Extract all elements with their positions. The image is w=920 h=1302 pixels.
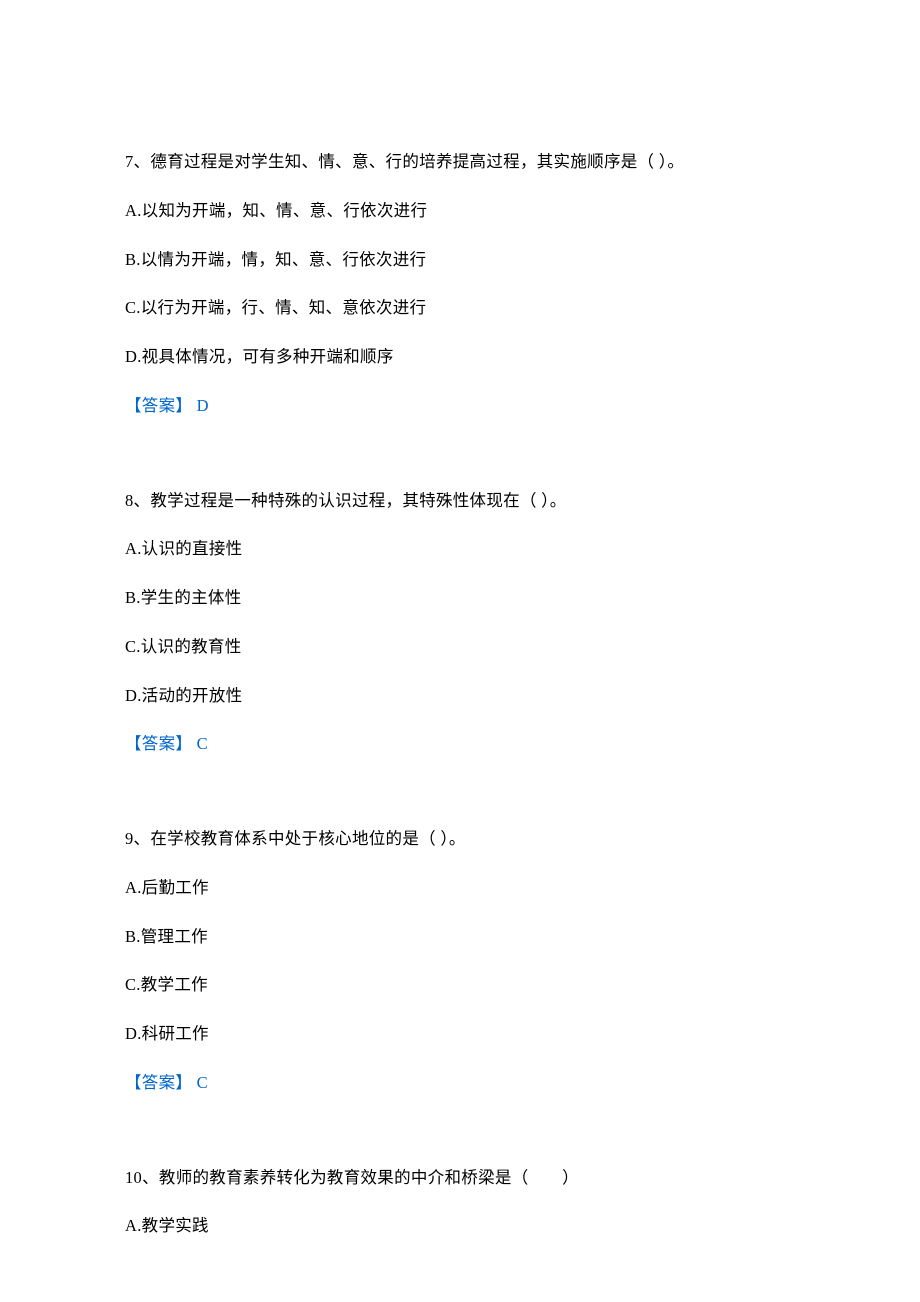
option-c: C.以行为开端，行、情、知、意依次进行 [125, 296, 795, 321]
question-7: 7、德育过程是对学生知、情、意、行的培养提高过程，其实施顺序是（ ）。 A.以知… [125, 150, 795, 419]
question-number: 7、 [125, 152, 150, 171]
question-8: 8、教学过程是一种特殊的认识过程，其特殊性体现在（ ）。 A.认识的直接性 B.… [125, 489, 795, 758]
question-number: 10、 [125, 1168, 159, 1187]
option-a: A.以知为开端，知、情、意、行依次进行 [125, 199, 795, 224]
question-text-content: 在学校教育体系中处于核心地位的是（ ）。 [150, 829, 465, 848]
option-c: C.教学工作 [125, 973, 795, 998]
option-b: B.学生的主体性 [125, 586, 795, 611]
option-a: A.认识的直接性 [125, 537, 795, 562]
question-stem: 9、在学校教育体系中处于核心地位的是（ ）。 [125, 827, 795, 852]
question-stem: 10、教师的教育素养转化为教育效果的中介和桥梁是（ ） [125, 1166, 795, 1191]
question-text-content: 教学过程是一种特殊的认识过程，其特殊性体现在（ ）。 [150, 491, 566, 510]
option-b: B.以情为开端，情，知、意、行依次进行 [125, 248, 795, 273]
option-b: B.管理工作 [125, 925, 795, 950]
question-stem: 7、德育过程是对学生知、情、意、行的培养提高过程，其实施顺序是（ ）。 [125, 150, 795, 175]
option-d: D.视具体情况，可有多种开端和顺序 [125, 345, 795, 370]
question-text-content: 教师的教育素养转化为教育效果的中介和桥梁是（ ） [159, 1168, 579, 1187]
question-text-content: 德育过程是对学生知、情、意、行的培养提高过程，其实施顺序是（ ）。 [150, 152, 684, 171]
answer-label: 【答案】 D [125, 394, 795, 419]
question-stem: 8、教学过程是一种特殊的认识过程，其特殊性体现在（ ）。 [125, 489, 795, 514]
answer-label: 【答案】 C [125, 732, 795, 757]
question-number: 9、 [125, 829, 150, 848]
question-10: 10、教师的教育素养转化为教育效果的中介和桥梁是（ ） A.教学实践 [125, 1166, 795, 1240]
question-number: 8、 [125, 491, 150, 510]
option-d: D.活动的开放性 [125, 684, 795, 709]
option-a: A.教学实践 [125, 1214, 795, 1239]
option-c: C.认识的教育性 [125, 635, 795, 660]
option-a: A.后勤工作 [125, 876, 795, 901]
question-9: 9、在学校教育体系中处于核心地位的是（ ）。 A.后勤工作 B.管理工作 C.教… [125, 827, 795, 1096]
answer-label: 【答案】 C [125, 1071, 795, 1096]
option-d: D.科研工作 [125, 1022, 795, 1047]
